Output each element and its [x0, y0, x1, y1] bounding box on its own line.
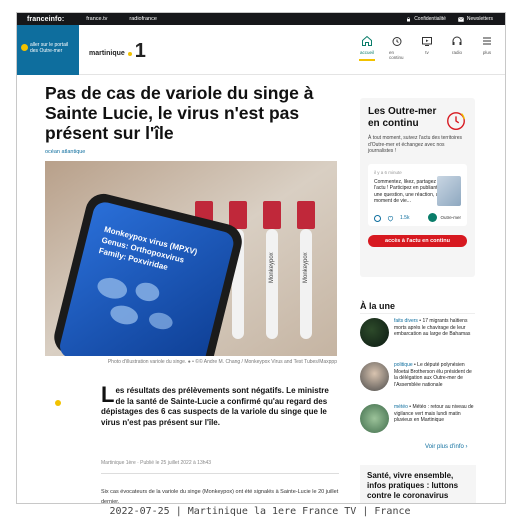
nav-accueil[interactable]: accueil: [359, 35, 375, 61]
newsletters-link[interactable]: Newsletters: [457, 16, 493, 22]
news-item[interactable]: météo • Météo : retour au niveau de vigi…: [360, 404, 476, 433]
article-title: Pas de cas de variole du singe à Sainte …: [45, 83, 314, 143]
top-bar: franceinfo: france.tv radiofrance Confid…: [17, 13, 505, 25]
main-nav: accueil en continu tv radio plus: [359, 35, 495, 61]
article-byline: Martinique 1ère · Publié le 25 juillet 2…: [101, 460, 339, 474]
site-header: aller sur le portail des Outre-mer marti…: [17, 25, 505, 75]
coronavirus-promo[interactable]: Santé, vivre ensemble, infos pratiques :…: [360, 465, 476, 503]
news-thumbnail: [360, 318, 389, 347]
live-access-button[interactable]: accès à l'actu en continu: [368, 234, 467, 247]
radiofrance-link[interactable]: radiofrance: [129, 16, 157, 22]
outremer-portal-link[interactable]: aller sur le portail des Outre-mer: [17, 25, 79, 75]
news-thumbnail: [360, 362, 389, 391]
news-item[interactable]: politique • Le député polynésien Moetai …: [360, 362, 476, 391]
a-la-une-heading: À la une: [360, 301, 396, 311]
section-divider: [360, 313, 475, 314]
portal-icon: [21, 44, 28, 51]
article-category[interactable]: océan atlantique: [45, 149, 85, 155]
clock-icon: [392, 37, 402, 46]
nav-en-continu[interactable]: en continu: [389, 35, 405, 61]
author-name: Outre-mer: [440, 214, 461, 220]
tube-label: Monkeypox: [303, 252, 309, 283]
more-news-label: Voir plus d'info: [425, 444, 464, 450]
lead-bullet-icon: [55, 400, 61, 406]
home-icon: [362, 35, 372, 46]
nav-label: en continu: [389, 50, 404, 60]
post-time: il y a 6 minute: [374, 169, 402, 175]
francetv-link[interactable]: france.tv: [86, 16, 107, 22]
news-item[interactable]: faits divers • 17 migrants haïtiens mort…: [360, 318, 476, 347]
image-footer: 2022-07-25 | Martinique la 1ere France T…: [109, 506, 411, 517]
nav-label: plus: [482, 50, 492, 55]
heart-icon[interactable]: [387, 215, 394, 222]
lead-dropcap: L: [101, 382, 115, 407]
nav-tv[interactable]: tv: [419, 35, 435, 61]
menu-icon: [483, 37, 491, 45]
tv-icon: [422, 37, 432, 46]
tube-label: Monkeypox: [269, 252, 275, 283]
comment-icon[interactable]: [374, 214, 381, 222]
monkeypox-illustration: Monkeypox Monkeypox Monkeypox virus (MPX…: [45, 161, 337, 356]
live-post-card[interactable]: il y a 6 minute Commentez, likez, partag…: [368, 163, 467, 226]
photo-caption: Photo d'illustration variole du singe. ●…: [107, 359, 337, 365]
post-author: Outre-mer: [428, 212, 461, 222]
nav-label: tv: [425, 50, 429, 55]
likes-count: 1.5k: [400, 215, 410, 221]
news-thumbnail: [360, 404, 389, 433]
outremer-live-widget: Les Outre-mer en continu À tout moment, …: [360, 98, 475, 277]
live-broadcast-icon: [447, 112, 465, 130]
post-message: Commentez, likez, partagez l'actu ! Part…: [374, 178, 442, 205]
post-thumbnail: [437, 175, 461, 206]
headphones-icon: [452, 36, 462, 45]
news-category: faits divers: [394, 318, 418, 324]
lead-text: es résultats des prélèvements sont négat…: [101, 386, 329, 427]
browser-frame: franceinfo: france.tv radiofrance Confid…: [16, 12, 506, 504]
channel-logo[interactable]: martinique 1: [89, 40, 146, 63]
channel-number: 1: [134, 40, 146, 62]
article-photo: Monkeypox Monkeypox Monkeypox virus (MPX…: [45, 161, 337, 356]
portal-label: aller sur le portail des Outre-mer: [30, 42, 69, 54]
article-body: Six cas évocateurs de la variole du sing…: [101, 489, 339, 504]
mail-icon: [457, 16, 464, 22]
lock-icon: [407, 16, 411, 21]
nav-label: accueil: [359, 50, 374, 55]
news-category: météo: [394, 404, 408, 410]
widget-title: Les Outre-mer en continu: [368, 106, 437, 129]
newsletters-label: Newsletters: [466, 16, 493, 22]
franceinfo-logo[interactable]: franceinfo:: [27, 16, 64, 23]
privacy-label: Confidentialité: [414, 16, 446, 22]
channel-name: martinique: [89, 50, 125, 57]
nav-plus[interactable]: plus: [479, 35, 495, 61]
author-avatar: [428, 212, 438, 222]
channel-dot-icon: [127, 51, 132, 56]
nav-radio[interactable]: radio: [449, 35, 465, 61]
privacy-link[interactable]: Confidentialité: [406, 16, 446, 22]
article-lead: Les résultats des prélèvements sont néga…: [101, 382, 339, 428]
post-stats: 1.5k: [374, 214, 410, 222]
chevron-right-icon: ›: [465, 444, 468, 450]
more-news-link[interactable]: Voir plus d'info ›: [425, 444, 468, 450]
widget-description: À tout moment, suivez l'actu des territo…: [368, 135, 463, 154]
nav-label: radio: [451, 50, 462, 55]
news-category: politique: [394, 362, 413, 368]
